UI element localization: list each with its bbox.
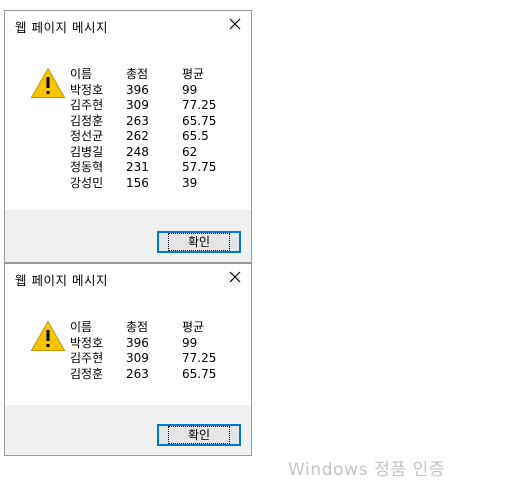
header-name: 이름 <box>70 67 93 81</box>
header-average: 평균 <box>182 320 205 334</box>
cell-total: 396 <box>126 82 149 97</box>
activation-watermark: Windows 정품 인증 <box>288 460 446 480</box>
cell-total: 231 <box>126 160 149 174</box>
table-row: 박정호 396 99 <box>70 83 242 99</box>
table-row: 김정훈 263 65.75 <box>70 114 242 130</box>
cell-average: 57.75 <box>182 160 217 174</box>
cell-name: 정동혁 <box>70 160 104 174</box>
table-header: 이름 총점 평균 <box>70 320 242 336</box>
cell-total: 263 <box>126 113 149 128</box>
cell-total: 309 <box>126 98 149 112</box>
table-row: 정동혁 231 57.75 <box>70 160 242 176</box>
cell-average: 39 <box>182 175 198 190</box>
score-table: 이름 총점 평균 박정호 396 99 김주현 309 77.25 김정훈 26… <box>70 67 242 191</box>
warning-icon <box>30 67 66 98</box>
cell-average: 65.75 <box>182 366 217 381</box>
cell-average: 62 <box>182 144 198 159</box>
cell-average: 77.25 <box>182 98 217 112</box>
table-row: 김병길 248 62 <box>70 145 242 161</box>
dialog-footer: 확인 <box>5 210 251 262</box>
warning-icon <box>30 320 66 351</box>
ok-button-label: 확인 <box>167 233 231 251</box>
cell-name: 김정훈 <box>70 366 104 381</box>
cell-average: 65.75 <box>182 113 217 128</box>
score-table: 이름 총점 평균 박정호 396 99 김주현 309 77.25 김정훈 26… <box>70 320 242 382</box>
cell-name: 김주현 <box>70 98 104 112</box>
table-row: 정선균 262 65.5 <box>70 129 242 145</box>
cell-average: 77.25 <box>182 351 217 365</box>
ok-button[interactable]: 확인 <box>157 231 241 253</box>
table-row: 박정호 396 99 <box>70 336 242 352</box>
header-name: 이름 <box>70 320 93 334</box>
cell-average: 65.5 <box>182 129 209 143</box>
dialog-title: 웹 페이지 메시지 <box>15 20 108 35</box>
close-icon[interactable] <box>227 16 243 32</box>
cell-total: 262 <box>126 129 149 143</box>
ok-button[interactable]: 확인 <box>157 424 241 446</box>
cell-total: 263 <box>126 366 149 381</box>
table-header: 이름 총점 평균 <box>70 67 242 83</box>
header-total: 총점 <box>126 67 149 81</box>
table-row: 김주현 309 77.25 <box>70 351 242 367</box>
cell-name: 박정호 <box>70 82 104 97</box>
cell-name: 김병길 <box>70 144 104 159</box>
cell-name: 박정호 <box>70 335 104 350</box>
table-row: 김주현 309 77.25 <box>70 98 242 114</box>
cell-name: 김주현 <box>70 351 104 365</box>
cell-total: 309 <box>126 351 149 365</box>
dialog-title: 웹 페이지 메시지 <box>15 273 108 288</box>
header-total: 총점 <box>126 320 149 334</box>
ok-button-label: 확인 <box>167 426 231 444</box>
cell-name: 강성민 <box>70 175 104 190</box>
header-average: 평균 <box>182 67 205 81</box>
dialog-footer: 확인 <box>5 405 251 455</box>
cell-name: 김정훈 <box>70 113 104 128</box>
cell-total: 156 <box>126 175 149 190</box>
cell-average: 99 <box>182 82 198 97</box>
cell-total: 248 <box>126 144 149 159</box>
message-dialog: 웹 페이지 메시지 이름 총점 평균 박정호 396 99 김주현 309 77… <box>4 263 252 456</box>
table-row: 김정훈 263 65.75 <box>70 367 242 383</box>
close-icon[interactable] <box>227 269 243 285</box>
cell-average: 99 <box>182 335 198 350</box>
message-dialog: 웹 페이지 메시지 이름 총점 평균 박정호 396 99 김주현 309 77… <box>4 10 252 263</box>
table-row: 강성민 156 39 <box>70 176 242 192</box>
cell-total: 396 <box>126 335 149 350</box>
cell-name: 정선균 <box>70 129 104 143</box>
